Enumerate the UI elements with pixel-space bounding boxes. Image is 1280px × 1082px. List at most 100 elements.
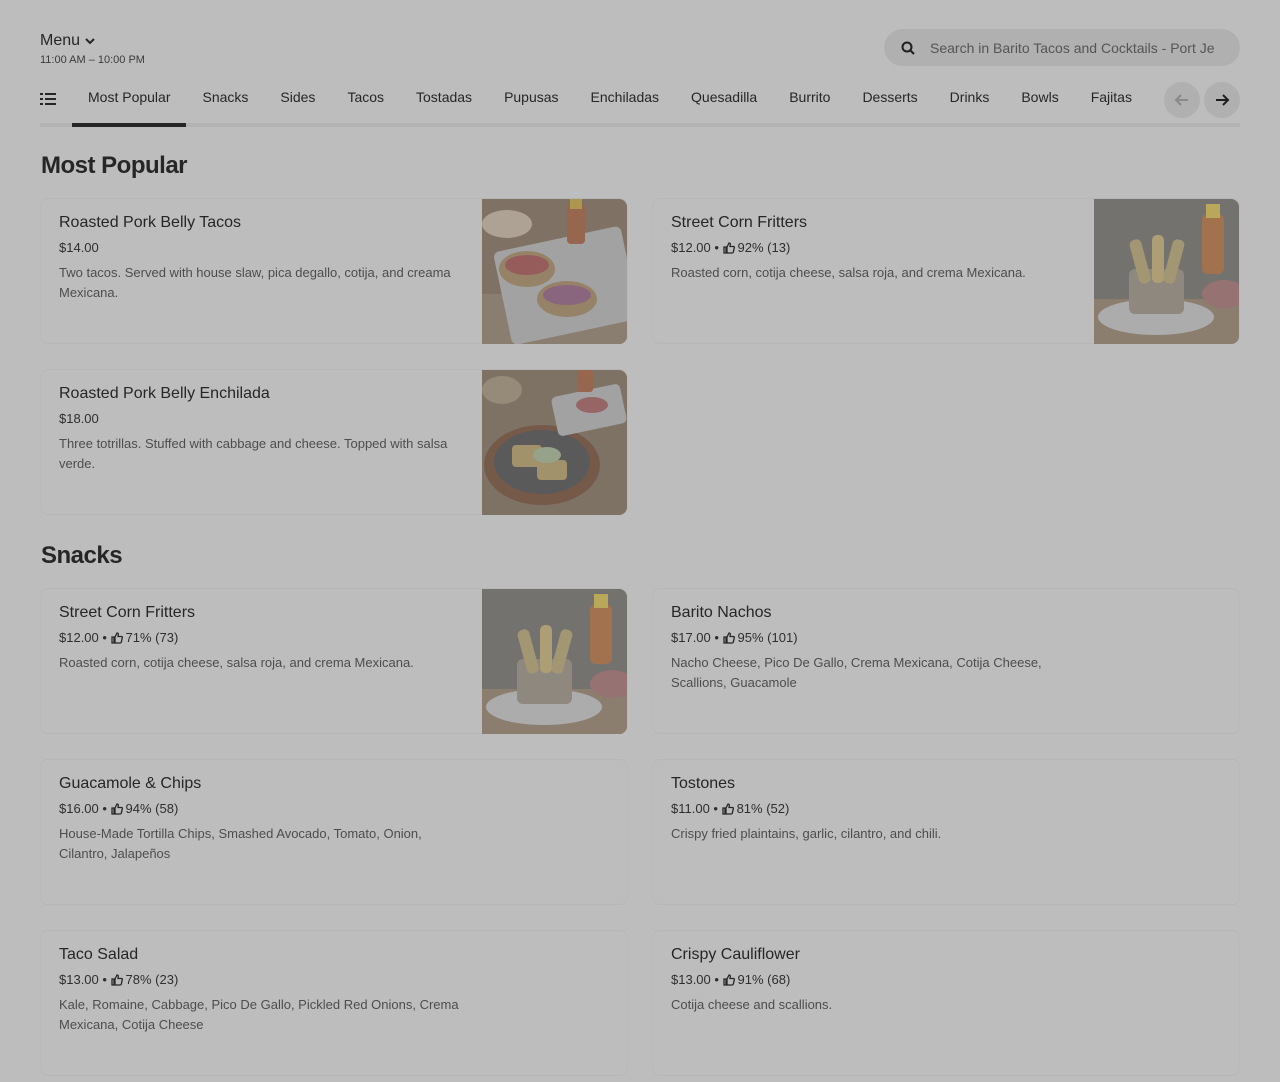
arrow-right-icon — [1216, 94, 1230, 106]
tab-burrito[interactable]: Burrito — [773, 80, 846, 127]
menu-item-name: Tostones — [671, 775, 736, 792]
menu-label: Menu — [40, 32, 81, 49]
menu-hours: 11:00 AM – 10:00 PM — [40, 54, 145, 66]
tab-tacos[interactable]: Tacos — [331, 80, 400, 127]
menu-item-meta: $11.00 • 81% (52) — [671, 801, 1081, 816]
menu-item-image — [482, 370, 627, 515]
list-icon[interactable] — [40, 92, 56, 106]
meta-separator: • — [98, 630, 111, 645]
menu-item-description: Three totrillas. Stuffed with cabbage an… — [59, 436, 448, 471]
menu-item-rating: 94% (58) — [125, 801, 179, 816]
menu-item-price: $12.00 — [671, 240, 711, 255]
menu-item-meta: $18.00 — [59, 411, 469, 426]
arrow-left-icon — [1174, 94, 1188, 106]
meta-separator: • — [98, 972, 111, 987]
menu-item-card[interactable]: Barito Nachos $17.00 • 95% (101) Nacho Che… — [652, 588, 1240, 734]
thumbs-up-icon — [722, 973, 735, 986]
menu-item-price: $16.00 — [59, 801, 99, 816]
menu-item-description: Roasted corn, cotija cheese, salsa roja,… — [671, 265, 1026, 280]
menu-item-info: Street Corn Fritters $12.00 • 92% (13) Roa… — [671, 214, 1081, 283]
category-tabs-bar: Most Popular Snacks Sides Tacos Tostadas Pupu… — [40, 80, 1240, 127]
tab-pupusas[interactable]: Pupusas — [488, 80, 574, 127]
menu-item-card[interactable]: Crispy Cauliflower $13.00 • 91% (68) Cotij… — [652, 930, 1240, 1076]
tab-most-popular[interactable]: Most Popular — [72, 80, 187, 127]
menu-item-rating: 95% (101) — [737, 630, 798, 645]
menu-item-rating: 91% (68) — [737, 972, 791, 987]
thumbs-up-icon — [110, 631, 123, 644]
meta-separator: • — [709, 801, 722, 816]
menu-item-description: Roasted corn, cotija cheese, salsa roja,… — [59, 655, 414, 670]
menu-item-card[interactable]: Street Corn Fritters $12.00 • 92% (13) Roa… — [652, 198, 1240, 344]
menu-item-info: Taco Salad $13.00 • 78% (23) Kale, Romaine… — [59, 946, 469, 1035]
menu-item-meta: $17.00 • 95% (101) — [671, 630, 1081, 645]
menu-item-info: Tostones $11.00 • 81% (52) Crispy fried pl… — [671, 775, 1081, 844]
menu-item-card[interactable]: Roasted Pork Belly Tacos $14.00 Two tacos.… — [40, 198, 628, 344]
search-icon — [901, 41, 915, 55]
menu-header: Menu 11:00 AM – 10:00 PM — [40, 32, 145, 66]
menu-item-info: Guacamole & Chips $16.00 • 94% (58) House-… — [59, 775, 469, 864]
menu-item-image — [482, 199, 627, 344]
tab-enchiladas[interactable]: Enchiladas — [575, 80, 676, 127]
menu-item-name: Roasted Pork Belly Enchilada — [59, 385, 270, 402]
menu-item-description: Kale, Romaine, Cabbage, Pico De Gallo, P… — [59, 997, 459, 1032]
menu-item-meta: $16.00 • 94% (58) — [59, 801, 469, 816]
menu-item-price: $13.00 — [671, 972, 711, 987]
menu-item-price: $12.00 — [59, 630, 99, 645]
tab-tostadas[interactable]: Tostadas — [400, 80, 488, 127]
meta-separator: • — [98, 801, 111, 816]
menu-item-card[interactable]: Guacamole & Chips $16.00 • 94% (58) House-… — [40, 759, 628, 905]
thumbs-up-icon — [110, 973, 123, 986]
menu-item-meta: $13.00 • 91% (68) — [671, 972, 1081, 987]
tab-snacks[interactable]: Snacks — [186, 80, 264, 127]
meta-separator: • — [710, 972, 723, 987]
search-bar[interactable] — [884, 29, 1240, 66]
menu-item-rating: 81% (52) — [736, 801, 790, 816]
tab-desserts[interactable]: Desserts — [846, 80, 933, 127]
menu-item-info: Roasted Pork Belly Enchilada $18.00 Three … — [59, 385, 469, 474]
menu-item-card[interactable]: Tostones $11.00 • 81% (52) Crispy fried pl… — [652, 759, 1240, 905]
menu-item-price: $11.00 — [671, 801, 710, 816]
meta-separator: • — [710, 630, 723, 645]
menu-item-name: Guacamole & Chips — [59, 775, 202, 792]
menu-item-card[interactable]: Taco Salad $13.00 • 78% (23) Kale, Romaine… — [40, 930, 628, 1076]
tabs-next-button[interactable] — [1204, 82, 1240, 118]
menu-item-name: Roasted Pork Belly Tacos — [59, 214, 242, 231]
menu-item-card[interactable]: Street Corn Fritters $12.00 • 71% (73) Roa… — [40, 588, 628, 734]
menu-item-name: Barito Nachos — [671, 604, 772, 621]
chevron-down-icon — [85, 38, 95, 45]
menu-dropdown[interactable]: Menu — [40, 32, 145, 50]
menu-item-card[interactable]: Roasted Pork Belly Enchilada $18.00 Three … — [40, 369, 628, 515]
section-title-snacks: Snacks — [41, 542, 123, 569]
thumbs-up-icon — [722, 241, 735, 254]
tab-fajitas[interactable]: Fajitas — [1075, 80, 1148, 127]
tacos-photo — [482, 199, 627, 344]
menu-item-name: Taco Salad — [59, 946, 139, 963]
corn-fritters-photo — [482, 589, 627, 734]
section-title-most-popular: Most Popular — [41, 152, 188, 179]
menu-item-name: Street Corn Fritters — [671, 214, 808, 231]
menu-item-rating: 92% (13) — [737, 240, 791, 255]
menu-item-name: Crispy Cauliflower — [671, 946, 800, 963]
menu-item-image — [482, 589, 627, 734]
menu-item-meta: $12.00 • 92% (13) — [671, 240, 1081, 255]
tab-quesadilla[interactable]: Quesadilla — [675, 80, 773, 127]
category-tabs: Most Popular Snacks Sides Tacos Tostadas Pupu… — [72, 80, 1164, 127]
menu-item-price: $17.00 — [671, 630, 711, 645]
tabs-prev-button[interactable] — [1164, 82, 1200, 118]
menu-item-image — [1094, 199, 1239, 344]
menu-item-rating: 71% (73) — [125, 630, 179, 645]
thumbs-up-icon — [721, 802, 734, 815]
enchilada-photo — [482, 370, 627, 515]
menu-item-info: Roasted Pork Belly Tacos $14.00 Two tacos.… — [59, 214, 469, 303]
menu-item-rating: 78% (23) — [125, 972, 179, 987]
menu-item-price: $14.00 — [59, 240, 99, 255]
menu-item-name: Street Corn Fritters — [59, 604, 196, 621]
corn-fritters-photo — [1094, 199, 1239, 344]
tab-bowls[interactable]: Bowls — [1005, 80, 1074, 127]
menu-item-info: Street Corn Fritters $12.00 • 71% (73) Roa… — [59, 604, 469, 673]
meta-separator: • — [710, 240, 723, 255]
search-input[interactable] — [930, 39, 1230, 56]
tab-drinks[interactable]: Drinks — [934, 80, 1006, 127]
tab-sides[interactable]: Sides — [264, 80, 331, 127]
thumbs-up-icon — [110, 802, 123, 815]
